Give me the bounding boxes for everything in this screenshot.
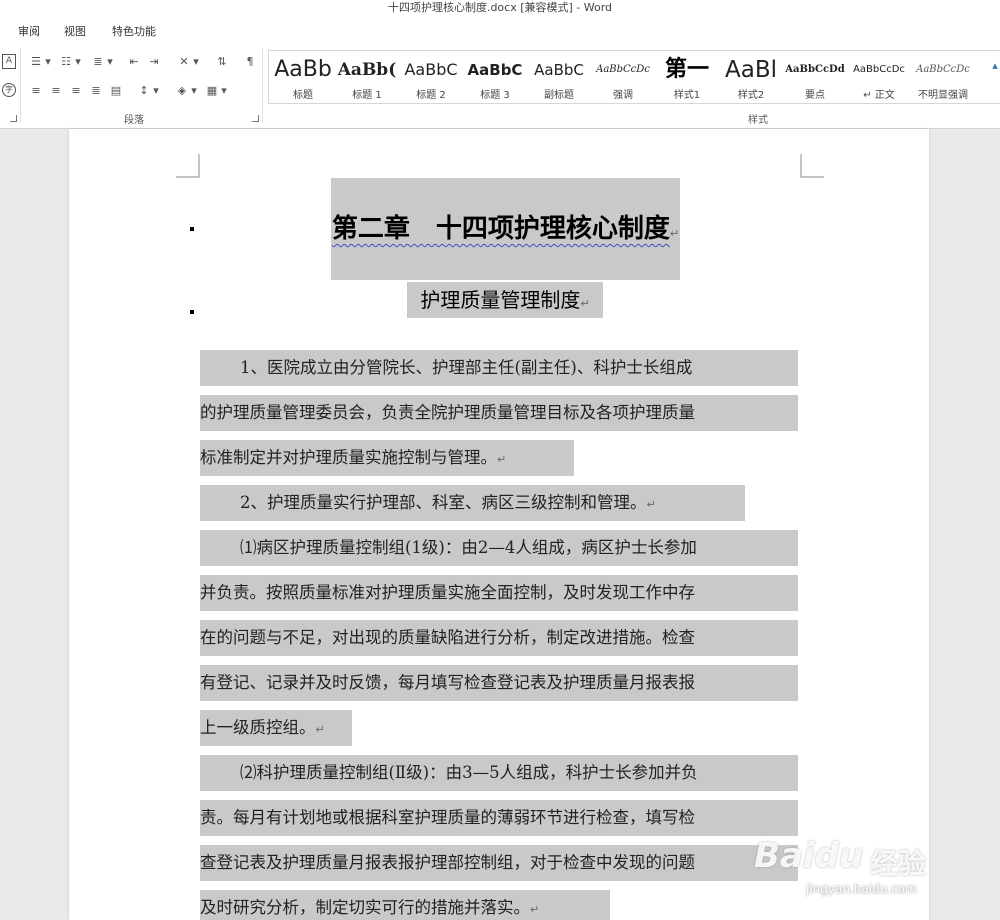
decrease-indent-icon[interactable]: ⇤: [126, 54, 142, 70]
chapter-heading[interactable]: 第二章 十四项护理核心制度↵: [331, 178, 680, 280]
chevron-down-icon[interactable]: ▾: [74, 54, 82, 70]
body-line[interactable]: 2、护理质量实行护理部、科室、病区三级控制和管理。↵: [200, 485, 745, 521]
body-line[interactable]: 标准制定并对护理质量实施控制与管理。↵: [200, 440, 574, 476]
asian-layout-icon[interactable]: ✕: [176, 54, 192, 70]
multilevel-list-icon[interactable]: ≣: [90, 54, 106, 70]
body-line[interactable]: 及时研究分析，制定切实可行的措施并落实。↵: [200, 890, 610, 920]
body-line[interactable]: ⑴病区护理质量控制组(1级)：由2—4人组成，病区护士长参加: [200, 530, 798, 566]
line-spacing-icon[interactable]: ↕: [136, 83, 152, 99]
style-heading-3[interactable]: AaBbC 标题 3: [463, 51, 527, 103]
tab-view[interactable]: 视图: [64, 23, 86, 39]
borders-icon[interactable]: ▦: [204, 83, 220, 99]
sort-icon[interactable]: ⇅: [214, 54, 230, 70]
window-title: 十四项护理核心制度.docx [兼容模式] - Word: [0, 0, 1000, 18]
document-page[interactable]: 第二章 十四项护理核心制度↵ 护理质量管理制度↵ 1、医院成立由分管院长、护理部…: [69, 129, 929, 920]
align-left-icon[interactable]: ≡: [28, 83, 44, 99]
chevron-down-icon[interactable]: ▾: [44, 54, 52, 70]
justify-icon[interactable]: ≣: [88, 83, 104, 99]
style-style1[interactable]: 第一 样式1: [655, 51, 719, 103]
styles-gallery: AaBb 标题 AaBb( 标题 1 AaBbC 标题 2 AaBbC 标题 3…: [268, 50, 1000, 104]
body-line[interactable]: 查登记表及护理质量月报表报护理部控制组，对于检查中发现的问题: [200, 845, 798, 881]
style-subtle-emphasis[interactable]: AaBbCcDc 不明显强调: [911, 51, 975, 103]
gallery-scroll-icon[interactable]: ▴: [990, 58, 1000, 74]
tab-special-features[interactable]: 特色功能: [112, 23, 156, 39]
center-icon[interactable]: ≡: [48, 83, 64, 99]
paragraph-bullet: [190, 227, 194, 231]
style-normal[interactable]: AaBbCcDc ↵ 正文: [847, 51, 911, 103]
body-line[interactable]: 的护理质量管理委员会，负责全院护理质量管理目标及各项护理质量: [200, 395, 798, 431]
font-dialog-launcher-icon[interactable]: [10, 115, 17, 122]
body-line[interactable]: 在的问题与不足，对出现的质量缺陷进行分析，制定改进措施。检查: [200, 620, 798, 656]
styles-group-label: 样式: [748, 115, 768, 126]
style-subtitle[interactable]: AaBbC 副标题: [527, 51, 591, 103]
char-border-icon[interactable]: A: [2, 54, 16, 69]
section-heading[interactable]: 护理质量管理制度↵: [407, 282, 603, 318]
chevron-down-icon[interactable]: ▾: [152, 83, 160, 99]
bullets-icon[interactable]: ☰: [28, 54, 44, 70]
margin-corner-icon: [800, 154, 824, 178]
align-right-icon[interactable]: ≡: [68, 83, 84, 99]
body-line[interactable]: ⑵科护理质量控制组(Ⅱ级)：由3—5人组成，科护士长参加并负: [200, 755, 798, 791]
style-title[interactable]: AaBb 标题: [271, 51, 335, 103]
numbering-icon[interactable]: ☷: [58, 54, 74, 70]
paragraph-bullet: [190, 310, 194, 314]
chevron-down-icon[interactable]: ▾: [106, 54, 114, 70]
shading-icon[interactable]: ◈: [174, 83, 190, 99]
style-style2[interactable]: AaBl 样式2: [719, 51, 783, 103]
menu-bar: 审阅 视图 特色功能: [0, 18, 1000, 44]
body-line[interactable]: 上一级质控组。↵: [200, 710, 352, 746]
chevron-down-icon[interactable]: ▾: [190, 83, 198, 99]
body-line[interactable]: 1、医院成立由分管院长、护理部主任(副主任)、科护士长组成: [200, 350, 798, 386]
body-line[interactable]: 并负责。按照质量标准对护理质量实施全面控制，及时发现工作中存: [200, 575, 798, 611]
style-key-point[interactable]: AaBbCcDd 要点: [783, 51, 847, 103]
tab-review[interactable]: 审阅: [18, 23, 40, 39]
distributed-icon[interactable]: ▤: [108, 83, 124, 99]
show-marks-icon[interactable]: ¶: [242, 54, 258, 70]
margin-corner-icon: [176, 154, 200, 178]
paragraph-group-label: 段落: [124, 115, 144, 126]
style-emphasis[interactable]: AaBbCcDc 强调: [591, 51, 655, 103]
paragraph-dialog-launcher-icon[interactable]: [252, 115, 259, 122]
increase-indent-icon[interactable]: ⇥: [146, 54, 162, 70]
document-workspace: 第二章 十四项护理核心制度↵ 护理质量管理制度↵ 1、医院成立由分管院长、护理部…: [0, 129, 1000, 920]
style-heading-1[interactable]: AaBb( 标题 1: [335, 51, 399, 103]
phonetic-guide-icon[interactable]: 字: [2, 83, 16, 97]
body-line[interactable]: 责。每月有计划地或根据科室护理质量的薄弱环节进行检查，填写检: [200, 800, 798, 836]
chevron-down-icon[interactable]: ▾: [220, 83, 228, 99]
ribbon: A 字 ☰ ▾ ☷ ▾ ≣ ▾ ⇤ ⇥ ✕ ▾ ⇅ ¶ ≡ ≡ ≡ ≣ ▤ ↕ …: [0, 44, 1000, 129]
body-line[interactable]: 有登记、记录并及时反馈，每月填写检查登记表及护理质量月报表报: [200, 665, 798, 701]
chevron-down-icon[interactable]: ▾: [192, 54, 200, 70]
style-heading-2[interactable]: AaBbC 标题 2: [399, 51, 463, 103]
